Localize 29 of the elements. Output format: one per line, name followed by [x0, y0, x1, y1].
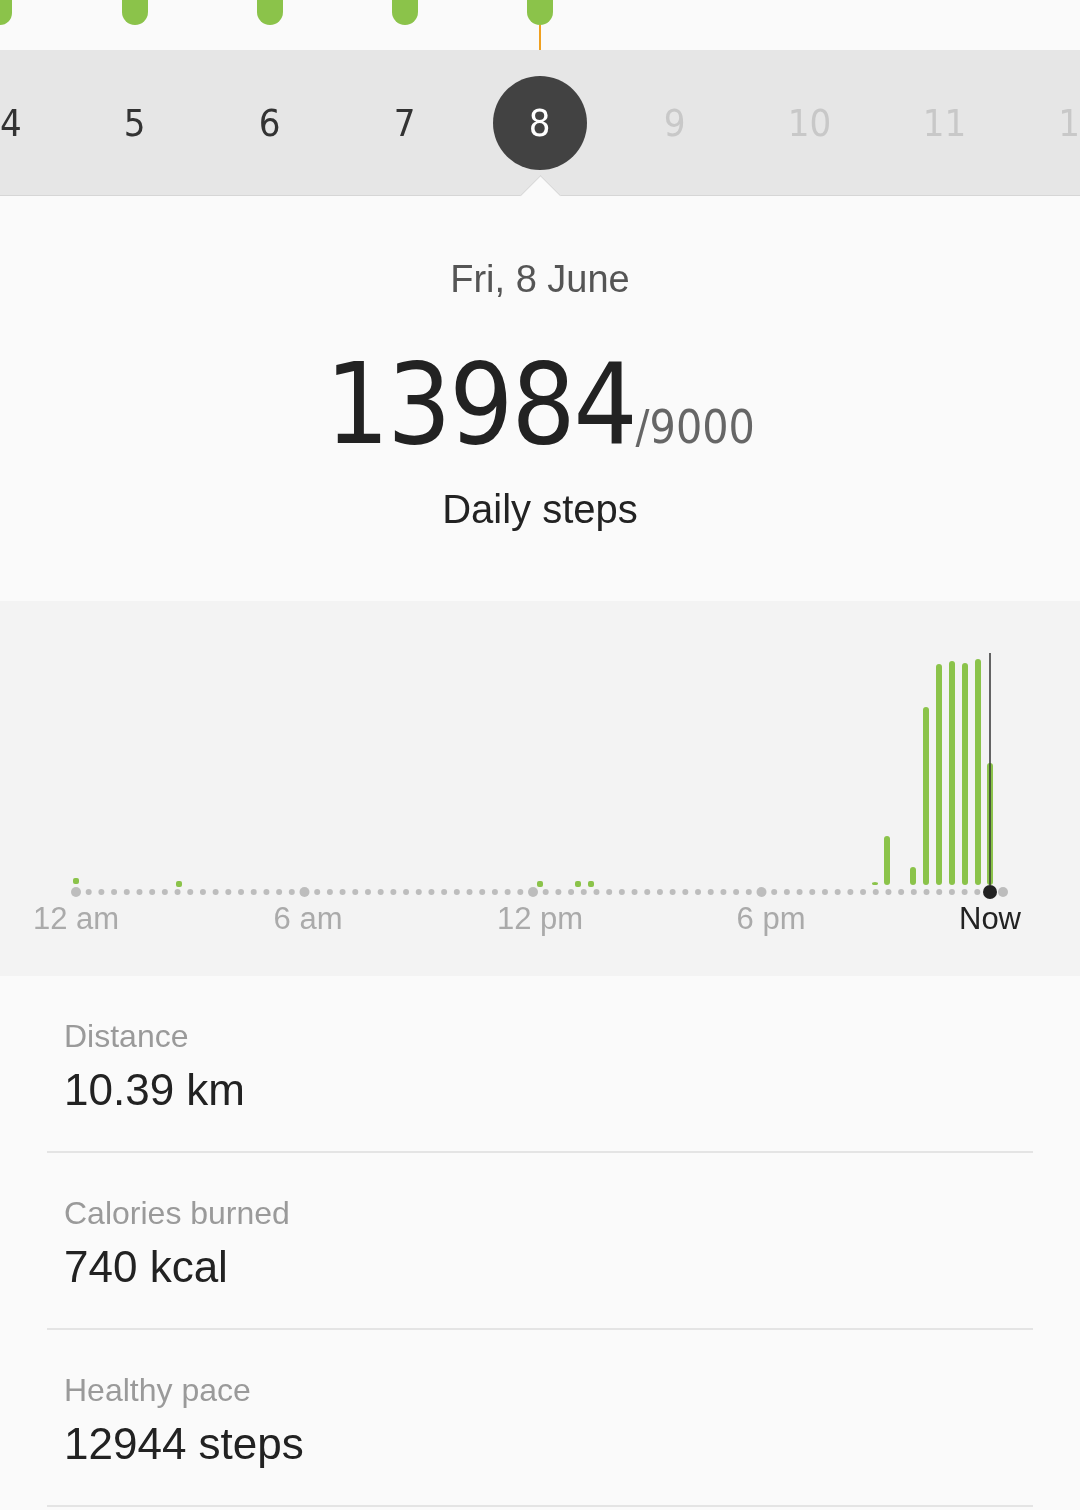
step-count: 13984 [325, 339, 636, 469]
day-tab[interactable]: 5 [119, 75, 150, 170]
time-axis-label: 6 am [273, 901, 343, 937]
step-bar [910, 867, 916, 885]
date-label: Fri, 8 June [450, 258, 630, 301]
step-bar [884, 836, 890, 885]
step-bar [537, 881, 543, 887]
stat-label: Distance [64, 1018, 190, 1055]
day-tab[interactable]: 6 [254, 75, 285, 170]
time-axis-label: 6 pm [736, 901, 806, 937]
stat-label: Healthy pace [64, 1372, 252, 1409]
day-tab[interactable]: 7 [389, 75, 420, 170]
step-goal: /9000 [635, 400, 755, 454]
step-bar [575, 881, 581, 887]
stat-value: 12944 steps [64, 1419, 305, 1469]
time-axis-label: 12 pm [496, 901, 584, 937]
daily-steps-caption: Daily steps [442, 487, 638, 532]
stat-value: 740 kcal [64, 1242, 229, 1292]
step-bar [588, 881, 594, 887]
time-axis-label: Now [959, 901, 1021, 937]
step-bar [176, 881, 182, 887]
step-bar [872, 882, 878, 885]
step-bar [73, 878, 79, 884]
stat-value: 10.39 km [64, 1065, 246, 1115]
time-axis-label: 12 am [32, 901, 120, 937]
day-tab[interactable]: 8 [492, 75, 587, 170]
now-marker-dot [983, 885, 997, 899]
stat-label: Calories burned [64, 1195, 291, 1232]
day-tab[interactable]: 4 [0, 75, 22, 170]
